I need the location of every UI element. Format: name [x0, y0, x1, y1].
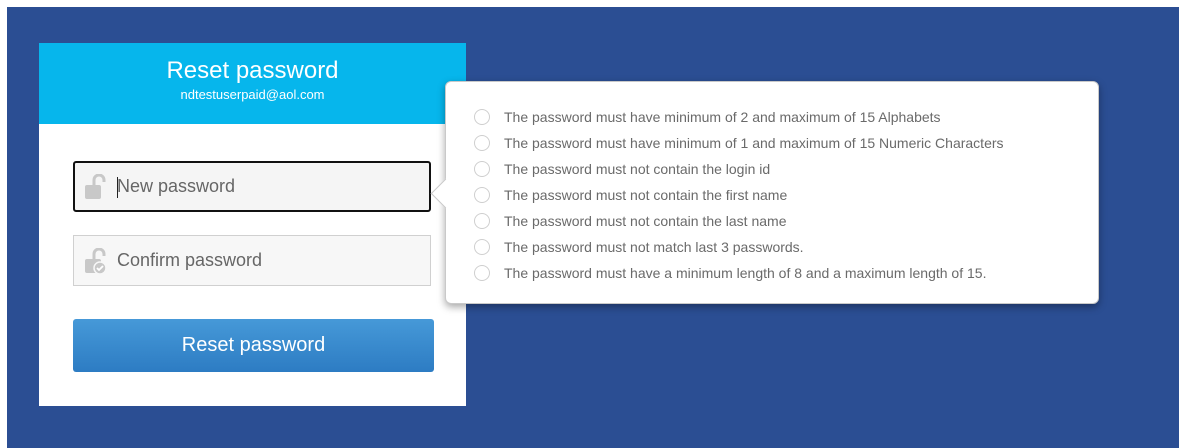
password-rule: The password must not contain the last n…	[474, 208, 1004, 234]
new-password-field[interactable]	[73, 161, 431, 212]
circle-unchecked-icon	[474, 265, 490, 281]
rule-text: The password must not match last 3 passw…	[504, 239, 804, 255]
circle-unchecked-icon	[474, 239, 490, 255]
card-header: Reset password ndtestuserpaid@aol.com	[39, 43, 466, 124]
circle-unchecked-icon	[474, 161, 490, 177]
confirm-password-field[interactable]	[73, 235, 431, 286]
circle-unchecked-icon	[474, 135, 490, 151]
password-rule: The password must not contain the first …	[474, 182, 1004, 208]
password-rule: The password must not contain the login …	[474, 156, 1004, 182]
password-rules-list: The password must have minimum of 2 and …	[474, 104, 1004, 286]
text-cursor	[117, 177, 118, 198]
rule-text: The password must have minimum of 2 and …	[504, 109, 941, 125]
new-password-input[interactable]	[117, 163, 417, 210]
password-rule: The password must have minimum of 2 and …	[474, 104, 1004, 130]
reset-password-card: Reset password ndtestuserpaid@aol.com Re…	[39, 43, 466, 406]
password-rule: The password must not match last 3 passw…	[474, 234, 1004, 260]
reset-password-button[interactable]: Reset password	[73, 319, 434, 372]
password-rule: The password must have a minimum length …	[474, 260, 1004, 286]
password-rules-tooltip: The password must have minimum of 2 and …	[430, 81, 1099, 304]
lock-open-icon	[85, 174, 106, 199]
password-rule: The password must have minimum of 1 and …	[474, 130, 1004, 156]
rule-text: The password must have a minimum length …	[504, 265, 987, 281]
rule-text: The password must not contain the login …	[504, 161, 771, 177]
user-email: ndtestuserpaid@aol.com	[180, 87, 325, 102]
lock-check-icon	[85, 248, 107, 274]
confirm-password-input[interactable]	[117, 236, 417, 285]
circle-unchecked-icon	[474, 187, 490, 203]
circle-unchecked-icon	[474, 109, 490, 125]
page-title: Reset password	[166, 57, 339, 84]
rule-text: The password must not contain the first …	[504, 187, 788, 203]
rule-text: The password must have minimum of 1 and …	[504, 135, 1004, 151]
circle-unchecked-icon	[474, 213, 490, 229]
page-background: Reset password ndtestuserpaid@aol.com Re…	[7, 7, 1179, 448]
rule-text: The password must not contain the last n…	[504, 213, 787, 229]
